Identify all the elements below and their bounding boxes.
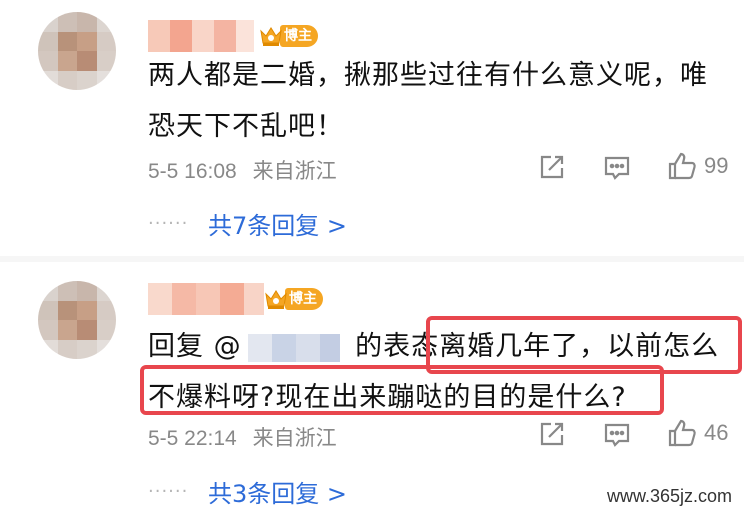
share-icon <box>538 420 566 448</box>
crown-icon <box>258 23 284 49</box>
share-icon <box>538 153 566 181</box>
badge-label: 博主 <box>280 25 318 47</box>
watermark: www.365jz.com <box>606 486 732 506</box>
comment-date: 5-5 22:14 <box>148 427 237 450</box>
comment-icon <box>603 422 631 448</box>
comment-meta: 5-5 16:08 来自浙江 <box>148 155 337 185</box>
view-replies-link[interactable]: 共3条回复 > <box>208 474 347 509</box>
like-icon <box>666 417 698 449</box>
blogger-badge: 博主 <box>258 23 318 49</box>
comment-icon <box>603 155 631 181</box>
replies-row: ······ 共3条回复 > <box>148 474 347 509</box>
dots-separator: ······ <box>148 481 189 502</box>
share-button[interactable] <box>538 420 566 448</box>
comment-date: 5-5 16:08 <box>148 160 237 183</box>
comment-meta: 5-5 22:14 来自浙江 <box>148 422 337 452</box>
comment-location: 来自浙江 <box>252 160 337 183</box>
crown-icon <box>263 286 289 312</box>
avatar[interactable] <box>38 12 116 90</box>
highlighted-text: 离婚几年了，以前怎么 <box>439 331 720 362</box>
comment-text-line: 两人都是二婚，揪那些过往有什么意义呢，唯 <box>148 60 708 91</box>
like-count: 46 <box>704 420 729 445</box>
like-count: 99 <box>704 153 729 178</box>
share-button[interactable] <box>538 153 566 181</box>
comment-text: 两人都是二婚，揪那些过往有什么意义呢，唯 恐天下不乱吧！ <box>148 50 738 152</box>
divider <box>0 256 744 262</box>
badge-label: 博主 <box>285 288 323 310</box>
blogger-badge: 博主 <box>263 286 323 312</box>
mention-username[interactable] <box>247 333 340 362</box>
like-icon <box>666 150 698 182</box>
reply-suffix: 的表态 <box>345 331 440 362</box>
comment-text: 回复 @ 的表态离婚几年了，以前怎么 不爆料呀?现在出来蹦哒的目的是什么? <box>148 321 738 423</box>
reply-prefix: 回复 @ <box>148 331 242 362</box>
username[interactable] <box>148 283 264 315</box>
like-button[interactable]: 99 <box>666 150 728 182</box>
comment-button[interactable] <box>603 422 631 448</box>
comment-button[interactable] <box>603 155 631 181</box>
comment-item: 博主 回复 @ 的表态离婚几年了，以前怎么 不爆料呀?现在出来蹦哒的目的是什么?… <box>0 263 744 517</box>
highlighted-text: 不爆料呀?现在出来蹦哒的目的是什么? <box>148 382 627 413</box>
comment-text-line: 恐天下不乱吧！ <box>148 111 344 142</box>
replies-row: ······ 共7条回复 > <box>148 206 347 241</box>
view-replies-link[interactable]: 共7条回复 > <box>208 206 347 241</box>
dots-separator: ······ <box>148 213 189 234</box>
avatar[interactable] <box>38 281 116 359</box>
comment-text-line: 回复 @ 的表态离婚几年了，以前怎么 <box>148 321 738 372</box>
username[interactable] <box>148 20 254 52</box>
comment-location: 来自浙江 <box>252 427 337 450</box>
comment-item: 博主 两人都是二婚，揪那些过往有什么意义呢，唯 恐天下不乱吧！ 5-5 16:0… <box>0 0 744 250</box>
like-button[interactable]: 46 <box>666 417 728 449</box>
